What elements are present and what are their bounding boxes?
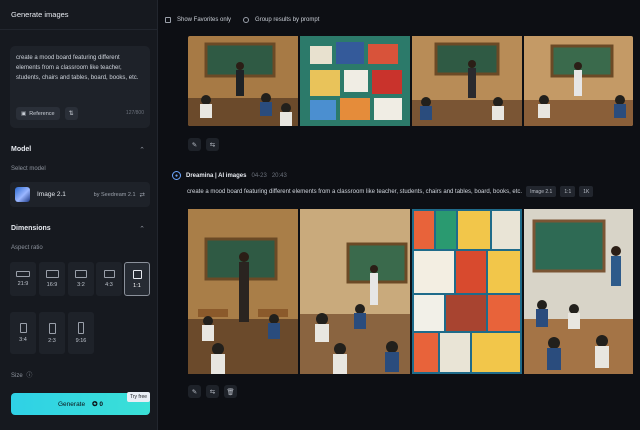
pencil-icon[interactable]: ✎ — [188, 138, 201, 151]
char-count: 127/800 — [125, 110, 144, 116]
ratio-2-3[interactable]: 2:3 — [39, 312, 65, 354]
ratio-label: 1:1 — [133, 282, 141, 289]
refresh-icon[interactable]: ⇆ — [206, 385, 219, 398]
ratio-1-1[interactable]: 1:1 — [124, 262, 150, 296]
credits-value: 0 — [99, 401, 103, 408]
result-image-3[interactable] — [412, 36, 522, 126]
model-tag: Image 2.1 — [526, 186, 557, 197]
generated-image-3[interactable] — [412, 209, 522, 374]
model-provider: by Seedream 2.1 — [93, 191, 136, 198]
previous-actions: ✎ ⇆ — [188, 138, 219, 151]
ratio-label: 4:3 — [105, 282, 113, 288]
generation-date: 04-23 — [251, 172, 267, 179]
previous-results — [188, 36, 633, 126]
trash-icon[interactable]: 🗑 — [224, 385, 237, 398]
result-image-2[interactable] — [300, 36, 410, 126]
swap-icon[interactable]: ⇄ — [140, 191, 145, 199]
image-icon: ▣ — [21, 110, 27, 117]
ratio-shape — [103, 270, 115, 278]
generation-prompt[interactable]: create a mood board featuring different … — [187, 189, 522, 195]
ratio-shape — [132, 269, 142, 279]
show-favorites-label[interactable]: Show Favorites only — [177, 17, 231, 23]
ratio-label: 3:4 — [19, 337, 27, 343]
generation-actions: ✎ ⇆ 🗑 — [188, 385, 237, 398]
model-section-title: Model — [11, 146, 32, 153]
ratio-shape — [19, 323, 27, 333]
ratio-4-3[interactable]: 4:3 — [96, 262, 122, 296]
swap-icon[interactable]: ⇅ — [64, 107, 78, 120]
ratio-shape — [45, 270, 59, 278]
prompt-input[interactable]: create a mood board featuring different … — [10, 46, 150, 128]
select-model-label: Select model — [11, 166, 46, 172]
ratio-shape — [75, 270, 87, 278]
chevron-up-icon[interactable]: ⌃ — [139, 146, 145, 154]
reference-label: Reference — [29, 110, 55, 117]
model-name: Image 2.1 — [37, 191, 66, 198]
pencil-icon[interactable]: ✎ — [188, 385, 201, 398]
dimensions-section-title: Dimensions — [11, 225, 51, 232]
panel-title: Generate images — [0, 0, 157, 30]
ratio-3-2[interactable]: 3:2 — [68, 262, 94, 296]
ratio-16-9[interactable]: 16:9 — [39, 262, 65, 296]
show-favorites-checkbox[interactable] — [165, 17, 171, 23]
ratio-shape — [48, 322, 56, 334]
ratio-label: 21:9 — [17, 281, 29, 287]
ratio-21-9[interactable]: 21:9 — [10, 262, 36, 296]
credits-count: ✪ 0 — [92, 401, 103, 408]
info-icon[interactable]: ⓘ — [26, 373, 32, 379]
ratio-tag: 1:1 — [560, 186, 576, 197]
model-thumbnail — [15, 187, 30, 202]
generated-image-2[interactable] — [300, 209, 410, 374]
result-image-1[interactable] — [188, 36, 298, 126]
size-text: Size — [11, 373, 23, 379]
size-label: Size ⓘ — [11, 370, 32, 379]
generation-brand: Dreamina | AI images — [186, 172, 247, 179]
ratio-label: 2:3 — [48, 337, 56, 344]
ratio-shape — [16, 271, 30, 277]
ratio-shape — [78, 322, 84, 334]
chevron-up-icon[interactable]: ⌃ — [139, 225, 145, 233]
resolution-tag: 1K — [579, 186, 594, 197]
generated-image-1[interactable] — [188, 209, 298, 374]
prompt-text[interactable]: create a mood board featuring different … — [16, 53, 144, 83]
prompt-tools: ▣ Reference ⇅ — [16, 107, 78, 120]
model-selector[interactable]: Image 2.1 by Seedream 2.1 ⇄ — [10, 182, 150, 207]
dreamina-logo-icon: ● — [172, 171, 181, 180]
ratio-9-16[interactable]: 9:16 — [68, 312, 94, 354]
ratio-label: 16:9 — [46, 282, 58, 288]
generation-time: 20:43 — [271, 172, 287, 179]
result-image-4[interactable] — [524, 36, 633, 126]
ratio-3-4[interactable]: 3:4 — [10, 312, 36, 354]
group-by-prompt-checkbox[interactable] — [243, 17, 250, 23]
filter-bar: Show Favorites only Group results by pro… — [165, 13, 325, 27]
generation-header: ● Dreamina | AI images 04-23 20:43 — [172, 171, 287, 180]
refresh-icon[interactable]: ⇆ — [206, 138, 219, 151]
reference-button[interactable]: ▣ Reference — [16, 107, 60, 120]
ratio-label: 9:16 — [75, 338, 87, 344]
aspect-ratio-label: Aspect ratio — [11, 245, 43, 251]
group-by-prompt-label[interactable]: Group results by prompt — [255, 17, 319, 23]
generated-image-4[interactable] — [524, 209, 633, 374]
generate-label: Generate — [58, 400, 86, 408]
try-free-badge: Try free — [127, 392, 151, 402]
ratio-label: 3:2 — [77, 282, 85, 288]
generation-prompt-row: create a mood board featuring different … — [187, 186, 594, 197]
generate-panel: Generate images create a mood board feat… — [0, 0, 158, 430]
generation-results — [188, 209, 633, 374]
